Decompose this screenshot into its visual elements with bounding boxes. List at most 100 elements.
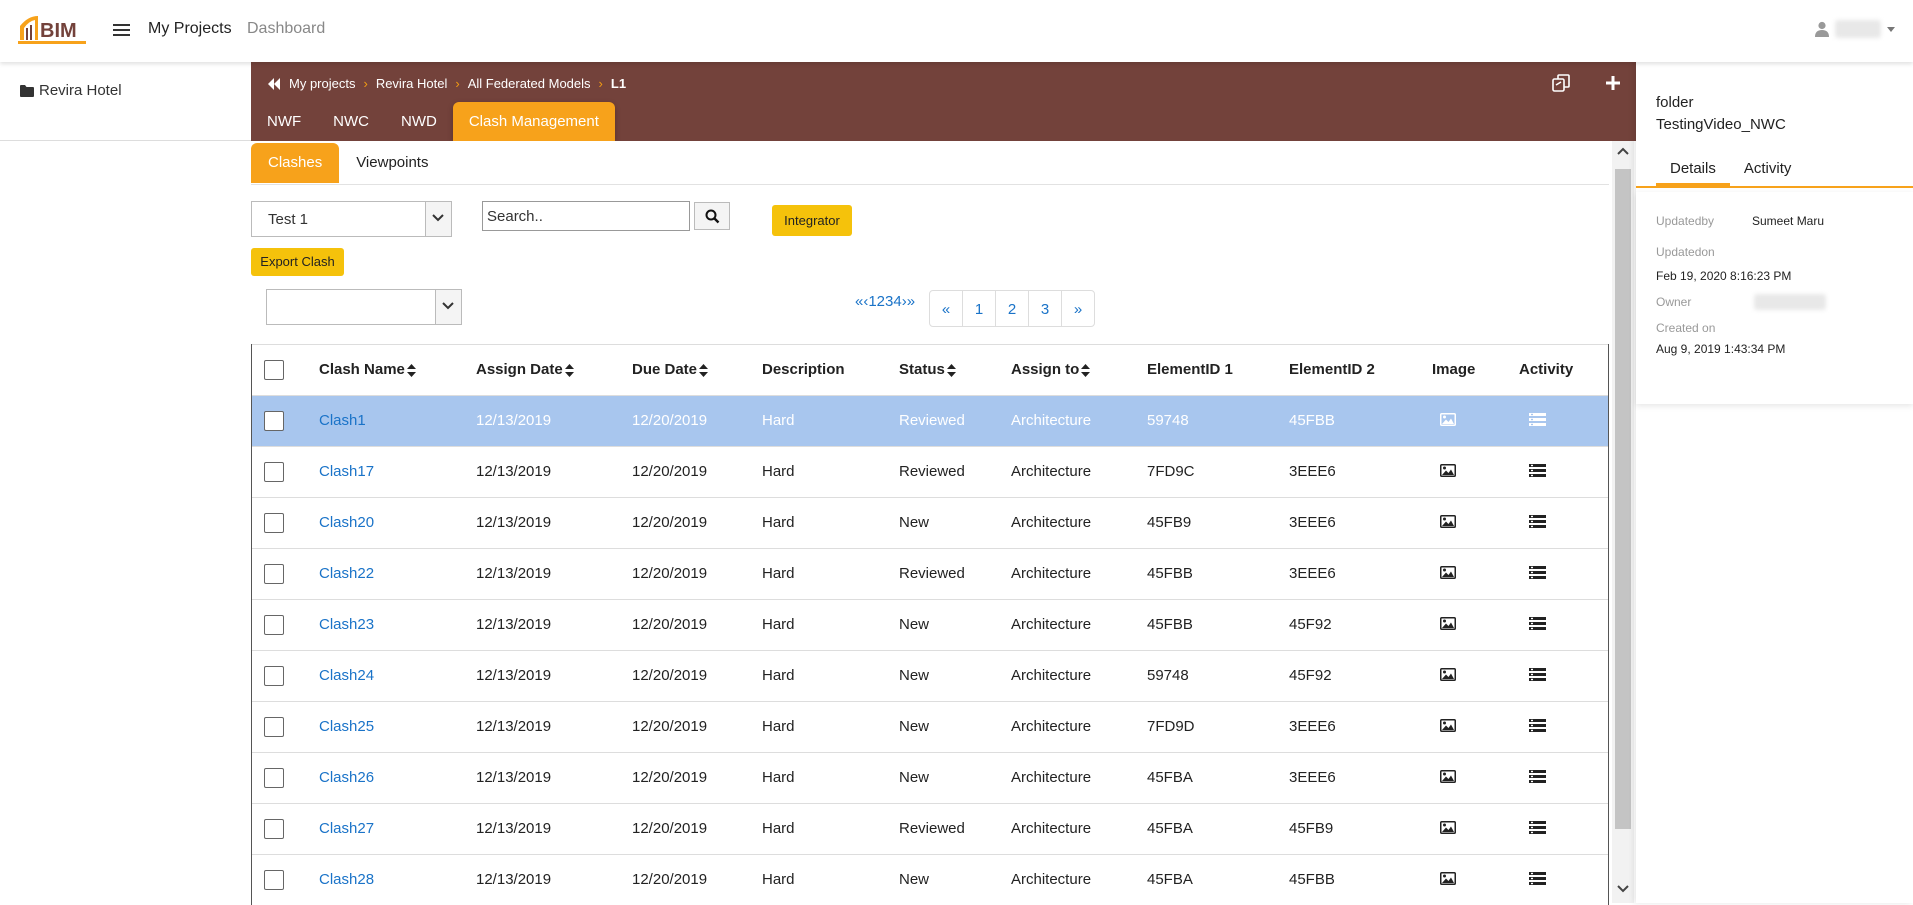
select-all-checkbox[interactable] (264, 360, 284, 380)
clash-name-link[interactable]: Clash23 (319, 600, 374, 650)
clash-name-link[interactable]: Clash22 (319, 549, 374, 599)
table-row[interactable]: Clash27 12/13/2019 12/20/2019 Hard Reviewed A… (252, 803, 1608, 854)
clash-name-link[interactable]: Clash26 (319, 753, 374, 803)
table-row[interactable]: Clash20 12/13/2019 12/20/2019 Hard New Archit… (252, 497, 1608, 548)
copy-icon[interactable] (1552, 74, 1570, 92)
search-input[interactable] (482, 201, 690, 231)
row-checkbox[interactable] (264, 870, 284, 890)
tab-nwc[interactable]: NWC (317, 102, 385, 141)
header-due-date[interactable]: Due Date (632, 345, 709, 395)
chevron-down-icon[interactable] (1617, 885, 1629, 893)
due-date-cell: 12/20/2019 (632, 565, 708, 582)
tab-viewpoints[interactable]: Viewpoints (339, 143, 445, 183)
svg-text:BIM: BIM (40, 20, 77, 42)
user-menu[interactable] (1815, 20, 1895, 38)
clash-name-link[interactable]: Clash1 (319, 396, 366, 446)
image-icon[interactable] (1440, 566, 1456, 583)
activity-list-icon[interactable] (1529, 872, 1546, 889)
header-assign-to[interactable]: Assign to (1011, 345, 1091, 395)
clash-name-link[interactable]: Clash28 (319, 855, 374, 905)
activity-list-icon[interactable] (1529, 668, 1546, 685)
image-icon[interactable] (1440, 719, 1456, 736)
breadcrumb-my-projects[interactable]: My projects (289, 76, 355, 91)
double-chevron-left-icon[interactable] (267, 77, 281, 90)
plus-icon[interactable] (1604, 74, 1622, 92)
header-clash-name[interactable]: Clash Name (319, 345, 416, 395)
image-icon[interactable] (1440, 413, 1456, 430)
nav-my-projects[interactable]: My Projects (148, 20, 232, 38)
element-id-1-cell: 45FBB (1147, 565, 1193, 582)
row-checkbox[interactable] (264, 564, 284, 584)
table-row[interactable]: Clash23 12/13/2019 12/20/2019 Hard New Archit… (252, 599, 1608, 650)
image-icon[interactable] (1440, 821, 1456, 838)
search-button[interactable] (694, 202, 730, 230)
status-cell: Reviewed (899, 820, 965, 837)
activity-list-icon[interactable] (1529, 413, 1546, 430)
image-icon[interactable] (1440, 515, 1456, 532)
vertical-scrollbar[interactable] (1612, 141, 1634, 903)
pagination-text[interactable]: «‹1234›» (855, 293, 915, 310)
table-row[interactable]: Clash17 12/13/2019 12/20/2019 Hard Reviewed A… (252, 446, 1608, 497)
row-checkbox[interactable] (264, 513, 284, 533)
page-1-button[interactable]: 1 (962, 290, 996, 327)
image-icon[interactable] (1440, 617, 1456, 634)
pagination: « 1 2 3 » (929, 290, 1095, 327)
breadcrumb-models[interactable]: All Federated Models (468, 76, 591, 91)
sidebar-item-project[interactable]: Revira Hotel (20, 82, 122, 99)
page-2-button[interactable]: 2 (995, 290, 1029, 327)
table-row[interactable]: Clash1 12/13/2019 12/20/2019 Hard Reviewed Ar… (252, 395, 1608, 446)
header-assign-date[interactable]: Assign Date (476, 345, 574, 395)
hamburger-icon[interactable] (113, 24, 130, 37)
table-row[interactable]: Clash22 12/13/2019 12/20/2019 Hard Reviewed A… (252, 548, 1608, 599)
scrollbar-thumb[interactable] (1615, 169, 1631, 829)
page-3-button[interactable]: 3 (1028, 290, 1062, 327)
export-clash-button[interactable]: Export Clash (251, 248, 344, 276)
activity-list-icon[interactable] (1529, 719, 1546, 736)
row-checkbox[interactable] (264, 819, 284, 839)
image-icon[interactable] (1440, 872, 1456, 889)
clash-name-link[interactable]: Clash24 (319, 651, 374, 701)
logo-icon[interactable]: BIM (18, 14, 86, 46)
image-icon[interactable] (1440, 770, 1456, 787)
chevron-up-icon[interactable] (1617, 147, 1629, 155)
chevron-down-icon[interactable] (425, 202, 451, 236)
breadcrumb-project[interactable]: Revira Hotel (376, 76, 448, 91)
integrator-button[interactable]: Integrator (772, 205, 852, 236)
clash-name-link[interactable]: Clash27 (319, 804, 374, 854)
table-row[interactable]: Clash24 12/13/2019 12/20/2019 Hard New Archit… (252, 650, 1608, 701)
activity-list-icon[interactable] (1529, 617, 1546, 634)
clash-name-link[interactable]: Clash17 (319, 447, 374, 497)
page-first-button[interactable]: « (929, 290, 963, 327)
row-checkbox[interactable] (264, 768, 284, 788)
table-row[interactable]: Clash28 12/13/2019 12/20/2019 Hard New Archit… (252, 854, 1608, 905)
table-row[interactable]: Clash26 12/13/2019 12/20/2019 Hard New Archit… (252, 752, 1608, 803)
clash-name-link[interactable]: Clash25 (319, 702, 374, 752)
activity-list-icon[interactable] (1529, 770, 1546, 787)
row-checkbox[interactable] (264, 411, 284, 431)
secondary-select[interactable] (266, 289, 462, 325)
image-icon[interactable] (1440, 668, 1456, 685)
tab-nwf[interactable]: NWF (251, 102, 317, 141)
tab-clashes[interactable]: Clashes (251, 143, 340, 183)
header-status[interactable]: Status (899, 345, 956, 395)
tab-clash-management[interactable]: Clash Management (452, 102, 615, 141)
activity-list-icon[interactable] (1529, 821, 1546, 838)
tab-details[interactable]: Details (1656, 152, 1730, 186)
page-last-button[interactable]: » (1061, 290, 1095, 327)
row-checkbox[interactable] (264, 615, 284, 635)
activity-list-icon[interactable] (1529, 464, 1546, 481)
row-checkbox[interactable] (264, 462, 284, 482)
activity-list-icon[interactable] (1529, 566, 1546, 583)
table-row[interactable]: Clash25 12/13/2019 12/20/2019 Hard New Archit… (252, 701, 1608, 752)
image-icon[interactable] (1440, 464, 1456, 481)
assign-date-cell: 12/13/2019 (476, 514, 552, 531)
nav-dashboard[interactable]: Dashboard (247, 20, 325, 38)
clash-name-link[interactable]: Clash20 (319, 498, 374, 548)
row-checkbox[interactable] (264, 717, 284, 737)
test-select[interactable]: Test 1 (251, 201, 452, 237)
chevron-down-icon[interactable] (435, 290, 461, 324)
row-checkbox[interactable] (264, 666, 284, 686)
activity-list-icon[interactable] (1529, 515, 1546, 532)
tab-nwd[interactable]: NWD (385, 102, 453, 141)
tab-activity[interactable]: Activity (1730, 152, 1806, 186)
